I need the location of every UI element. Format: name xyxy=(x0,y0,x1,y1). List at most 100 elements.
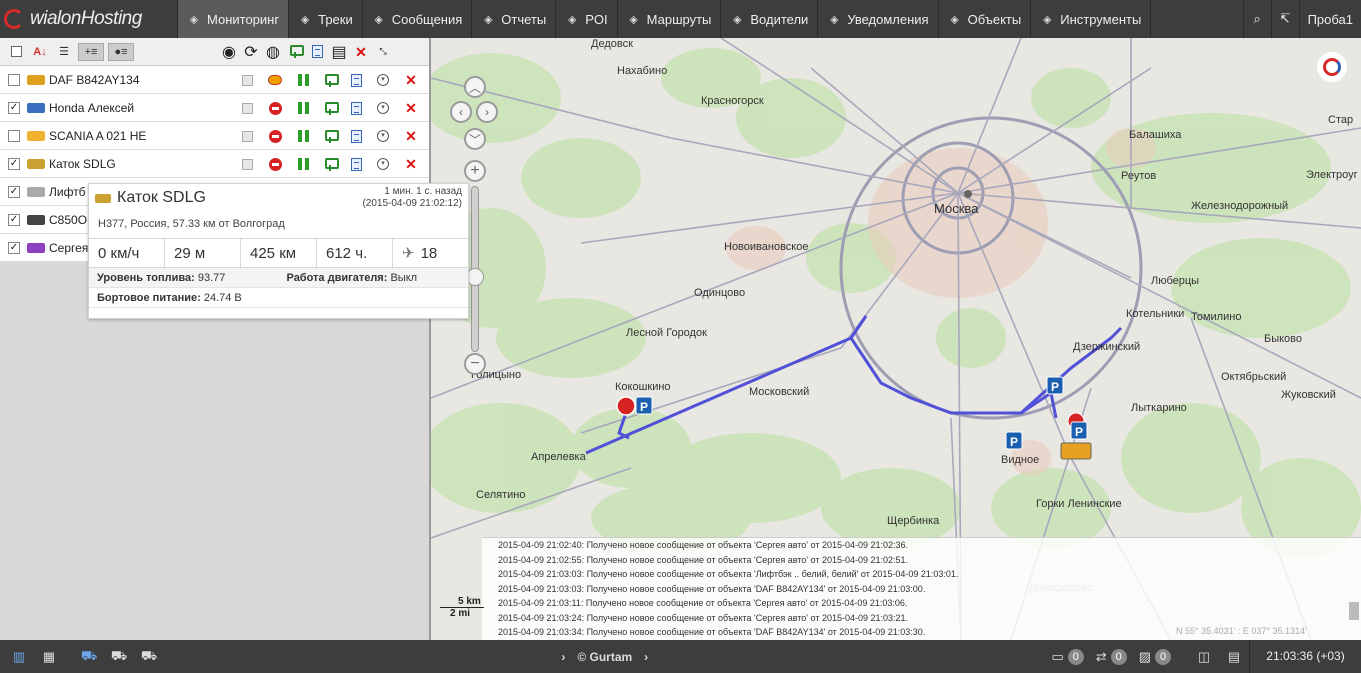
unit-checkbox[interactable]: ✓ xyxy=(8,101,20,114)
tab-6[interactable]: ◈ Водители xyxy=(721,0,819,38)
next-arrow-icon[interactable]: › xyxy=(644,650,648,664)
unit-row[interactable]: ✓ Honda Алексей ▾ ✕ xyxy=(0,94,429,122)
tab-7[interactable]: ◈ Уведомления xyxy=(818,0,939,38)
tab-8[interactable]: ◈ Объекты xyxy=(939,0,1032,38)
events-counter[interactable]: ▭ 0 xyxy=(1046,640,1090,673)
top-navigation-bar: wialonHosting ◈ Мониторинг ◈ Треки ◈ Сообщени… xyxy=(0,0,1361,38)
report-doc-icon[interactable] xyxy=(349,73,363,87)
column-report-icon[interactable] xyxy=(308,44,326,60)
tab-1[interactable]: ◈ Треки xyxy=(289,0,363,38)
ignition-key-icon[interactable] xyxy=(268,73,282,87)
images-counter[interactable]: ▨ 0 xyxy=(1133,640,1177,673)
gps-antenna-icon[interactable] xyxy=(323,101,339,115)
commands-dropdown-icon[interactable]: ▾ xyxy=(376,129,390,143)
remove-unit-icon[interactable]: ✕ xyxy=(404,73,418,87)
stop-icon[interactable] xyxy=(268,101,282,115)
pan-left-button[interactable]: ‹ xyxy=(450,101,472,123)
stop-icon[interactable] xyxy=(268,129,282,143)
pause-icon[interactable] xyxy=(296,73,310,87)
add-units-icon[interactable]: +≡ xyxy=(78,42,104,61)
map-source-logo-icon[interactable] xyxy=(1317,52,1347,82)
column-sensor-icon[interactable]: ◍ xyxy=(264,44,282,61)
commands-dropdown-icon[interactable]: ▾ xyxy=(376,73,390,87)
gps-antenna-icon[interactable] xyxy=(323,129,339,143)
messages-counter[interactable]: ⇄ 0 xyxy=(1090,640,1133,673)
units-name-icon[interactable]: ⛟ xyxy=(104,640,134,673)
user-menu[interactable]: Проба1 xyxy=(1298,0,1361,38)
map-place-label: Дзержинский xyxy=(1073,341,1141,353)
remove-unit-icon[interactable]: ✕ xyxy=(404,101,418,115)
select-all-checkbox[interactable] xyxy=(6,43,26,61)
unit-checkbox[interactable]: ✓ xyxy=(8,157,20,170)
distance-value: 425 км xyxy=(241,239,317,267)
cursor-coordinates: N 55° 35.4031' : E 037° 35.1314' xyxy=(1176,626,1307,636)
unit-checkbox[interactable]: ✓ xyxy=(8,213,20,226)
remove-unit-icon[interactable]: ✕ xyxy=(404,129,418,143)
pan-up-button[interactable]: ︿ xyxy=(464,76,486,98)
prev-arrow-icon[interactable]: › xyxy=(561,650,565,664)
map-place-label: Кокошкино xyxy=(615,381,671,393)
gps-antenna-icon[interactable] xyxy=(323,157,339,171)
unit-checkbox[interactable] xyxy=(8,129,20,142)
zoom-in-button[interactable]: + xyxy=(464,160,486,182)
remove-unit-icon[interactable]: ✕ xyxy=(404,157,418,171)
column-motion-icon[interactable]: ⟳ xyxy=(242,44,260,61)
tab-3[interactable]: ◈ Отчеты xyxy=(472,0,557,38)
search-icon[interactable]: ⌕ xyxy=(1242,0,1271,38)
column-connection-icon[interactable]: ◉ xyxy=(220,44,238,61)
pause-icon[interactable] xyxy=(296,129,310,143)
pause-icon[interactable] xyxy=(296,157,310,171)
unit-name[interactable]: Honda Алексей xyxy=(49,101,219,115)
units-truck-icon[interactable]: ⛟ xyxy=(74,640,104,673)
list-view-icon[interactable]: ☰ xyxy=(54,43,74,61)
tab-9[interactable]: ◈ Инструменты xyxy=(1031,0,1152,38)
connection-state-icon[interactable] xyxy=(240,157,254,171)
vehicle-icon xyxy=(27,102,45,113)
book-icon[interactable]: ◫ xyxy=(1189,640,1219,673)
unit-row[interactable]: SCANIA A 021 HE ▾ ✕ xyxy=(0,122,429,150)
pause-icon[interactable] xyxy=(296,101,310,115)
objects-icon: ◈ xyxy=(950,13,959,26)
panel-collapse-icon[interactable]: ⤡ xyxy=(374,44,392,60)
report-doc-icon[interactable] xyxy=(349,157,363,171)
tab-4[interactable]: ◈ POI xyxy=(556,0,618,38)
tab-0[interactable]: ◈ Мониторинг xyxy=(178,0,290,38)
connection-state-icon[interactable] xyxy=(240,129,254,143)
column-gps-icon[interactable] xyxy=(286,44,304,60)
unit-name[interactable]: SCANIA A 021 HE xyxy=(49,129,219,143)
unit-row[interactable]: ✓ Каток SDLG ▾ ✕ xyxy=(0,150,429,178)
unit-checkbox[interactable]: ✓ xyxy=(8,241,20,254)
unit-row[interactable]: DAF B842AY134 ▾ ✕ xyxy=(0,66,429,94)
unit-checkbox[interactable] xyxy=(8,73,20,86)
layout-grid-icon[interactable]: ▦ xyxy=(34,640,64,673)
sort-az-icon[interactable]: A↓ xyxy=(30,43,50,61)
tab-5[interactable]: ◈ Маршруты xyxy=(618,0,722,38)
expand-icon[interactable]: ↸ xyxy=(1270,0,1299,38)
unit-checkbox[interactable]: ✓ xyxy=(8,185,20,198)
units-trailer-icon[interactable]: ⛟ xyxy=(134,640,164,673)
commands-dropdown-icon[interactable]: ▾ xyxy=(376,101,390,115)
log-scrollbar[interactable] xyxy=(1349,602,1359,620)
layout-split-icon[interactable]: ▥ xyxy=(4,640,34,673)
map-place-label: Балашиха xyxy=(1129,129,1182,141)
pan-right-button[interactable]: › xyxy=(476,101,498,123)
commands-dropdown-icon[interactable]: ▾ xyxy=(376,157,390,171)
stop-icon[interactable] xyxy=(268,157,282,171)
group-units-icon[interactable]: ●≡ xyxy=(108,42,134,61)
satellites-value: 18 xyxy=(420,244,438,262)
gps-antenna-icon[interactable] xyxy=(323,73,339,87)
settings-panel-icon[interactable]: ▤ xyxy=(1219,640,1249,673)
report-doc-icon[interactable] xyxy=(349,129,363,143)
connection-state-icon[interactable] xyxy=(240,101,254,115)
unit-name[interactable]: DAF B842AY134 xyxy=(49,73,219,87)
delete-all-icon[interactable]: ✕ xyxy=(352,44,370,60)
zoom-out-button[interactable]: − xyxy=(464,353,486,375)
log-entry: 2015-04-09 21:03:24: Получено новое сооб… xyxy=(498,612,909,623)
unit-name[interactable]: Каток SDLG xyxy=(49,157,219,171)
map-place-label: Видное xyxy=(1001,454,1040,466)
tab-2[interactable]: ◈ Сообщения xyxy=(363,0,473,38)
column-commands-icon[interactable]: ▤ xyxy=(330,44,348,61)
connection-state-icon[interactable] xyxy=(240,73,254,87)
report-doc-icon[interactable] xyxy=(349,101,363,115)
pan-down-button[interactable]: ﹀ xyxy=(464,128,486,150)
